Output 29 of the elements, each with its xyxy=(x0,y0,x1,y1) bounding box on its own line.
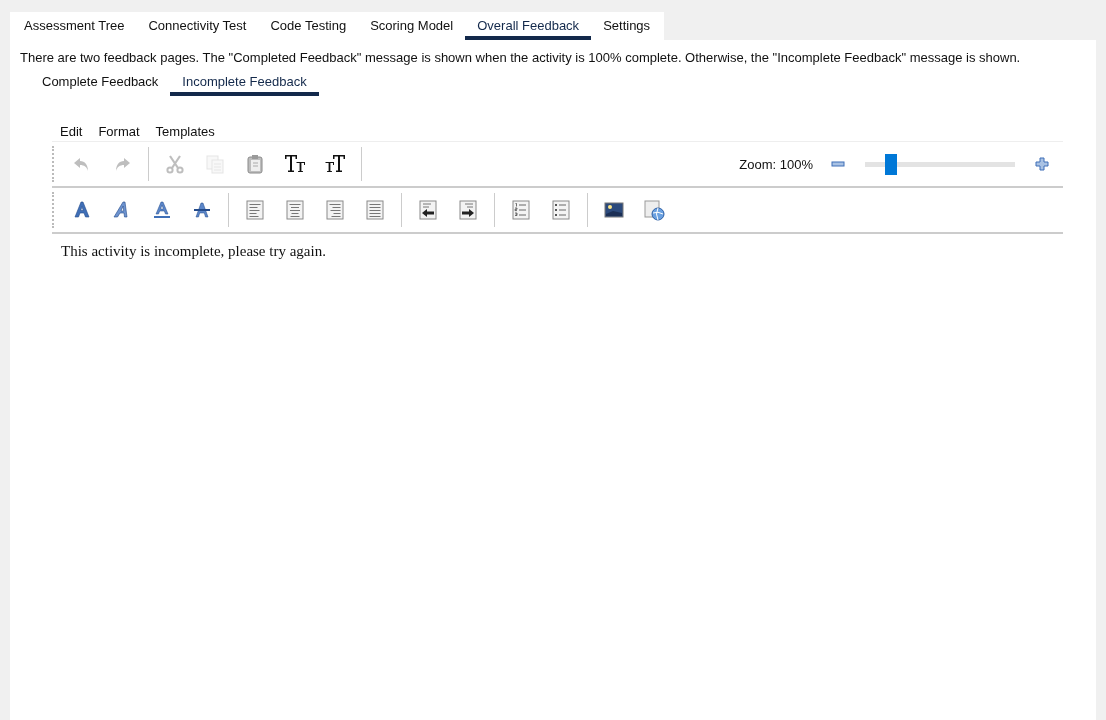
tab[interactable]: Settings xyxy=(591,14,663,40)
editor-text[interactable]: This activity is incomplete, please try again. xyxy=(52,234,1063,269)
page-globe-icon[interactable] xyxy=(643,199,665,221)
menu-item[interactable]: Format xyxy=(98,124,140,139)
bulleted-list-icon[interactable] xyxy=(550,199,572,221)
menu-item[interactable]: Edit xyxy=(60,124,83,139)
feedback-tab[interactable]: Incomplete Feedback xyxy=(170,70,319,96)
align-right-icon[interactable] xyxy=(324,199,346,221)
clipboard-icon[interactable] xyxy=(244,153,266,175)
align-left-icon[interactable] xyxy=(244,199,266,221)
underline-letter-icon[interactable] xyxy=(151,199,173,221)
picture-icon[interactable] xyxy=(603,199,625,221)
menu-item[interactable]: Templates xyxy=(155,124,215,139)
plus-icon[interactable] xyxy=(1035,157,1049,171)
tab[interactable]: Scoring Model xyxy=(358,14,466,40)
justify-icon[interactable] xyxy=(364,199,386,221)
font-size-icon[interactable] xyxy=(284,153,306,175)
feedback-tab[interactable]: Complete Feedback xyxy=(30,70,171,96)
tab[interactable]: Connectivity Test xyxy=(136,14,259,40)
strikethrough-letter-icon[interactable] xyxy=(191,199,213,221)
bold-letter-icon[interactable] xyxy=(71,199,93,221)
tab[interactable]: Code Testing xyxy=(258,14,359,40)
description-text: There are two feedback pages. The "Completed Feedback" message is shown when the activity is 100% complete. Otherwise, the "Incomplete Feedback" message is shown. xyxy=(20,50,1022,65)
slider-thumb[interactable] xyxy=(884,153,897,175)
align-center-icon[interactable] xyxy=(284,199,306,221)
tab[interactable]: Assessment Tree xyxy=(12,14,137,40)
font-size-icon[interactable] xyxy=(324,153,346,175)
numbered-list-icon[interactable] xyxy=(510,199,532,221)
zoom-label: Zoom: 100% xyxy=(739,156,813,172)
